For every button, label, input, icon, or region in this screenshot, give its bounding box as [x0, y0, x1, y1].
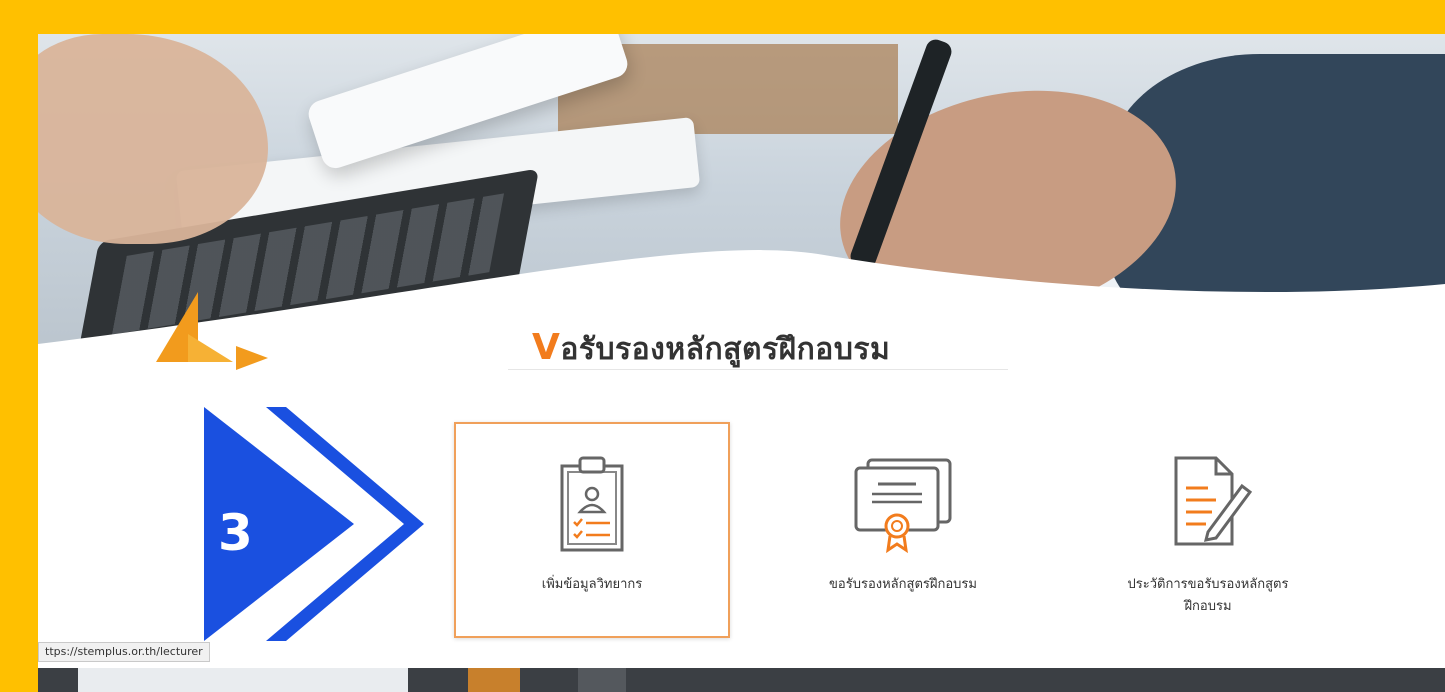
taskbar-app-button[interactable] [468, 668, 520, 692]
browser-status-url: ttps://stemplus.or.th/lecturer [38, 642, 210, 662]
menu-card-label: ขอรับรองหลักสูตรฝึกอบรม [829, 577, 977, 592]
step-number: 3 [218, 504, 253, 562]
certificate-icon [848, 454, 958, 558]
page-title-text: อรับรองหลักสูตรฝึกอบรม [560, 332, 891, 367]
menu-card-request-certification[interactable]: ขอรับรองหลักสูตรฝึกอบรม [768, 424, 1038, 634]
page-title: Vอรับรองหลักสูตรฝึกอบรม [532, 326, 890, 373]
menu-card-label: ประวัติการขอรับรองหลักสูตร ฝึกอบรม [1127, 577, 1289, 614]
menu-card-certification-history[interactable]: ประวัติการขอรับรองหลักสูตร ฝึกอบรม [1073, 424, 1343, 634]
clipboard-profile-icon [552, 454, 632, 558]
document-pen-icon [1158, 452, 1258, 556]
browser-viewport: Vอรับรองหลักสูตรฝึกอบรม ตร ุร s Set [38, 34, 1445, 692]
menu-card-label: เพิ่มข้อมูลวิทยากร [541, 577, 643, 592]
hero-wave-divider [38, 250, 1445, 414]
taskbar-search-box[interactable] [78, 668, 408, 692]
os-taskbar [38, 668, 1445, 692]
menu-card-add-lecturer[interactable]: เพิ่มข้อมูลวิทยากร [454, 422, 730, 638]
title-divider [508, 369, 1008, 370]
taskbar-app-button[interactable] [578, 668, 626, 692]
page-title-accent: V [532, 327, 561, 368]
